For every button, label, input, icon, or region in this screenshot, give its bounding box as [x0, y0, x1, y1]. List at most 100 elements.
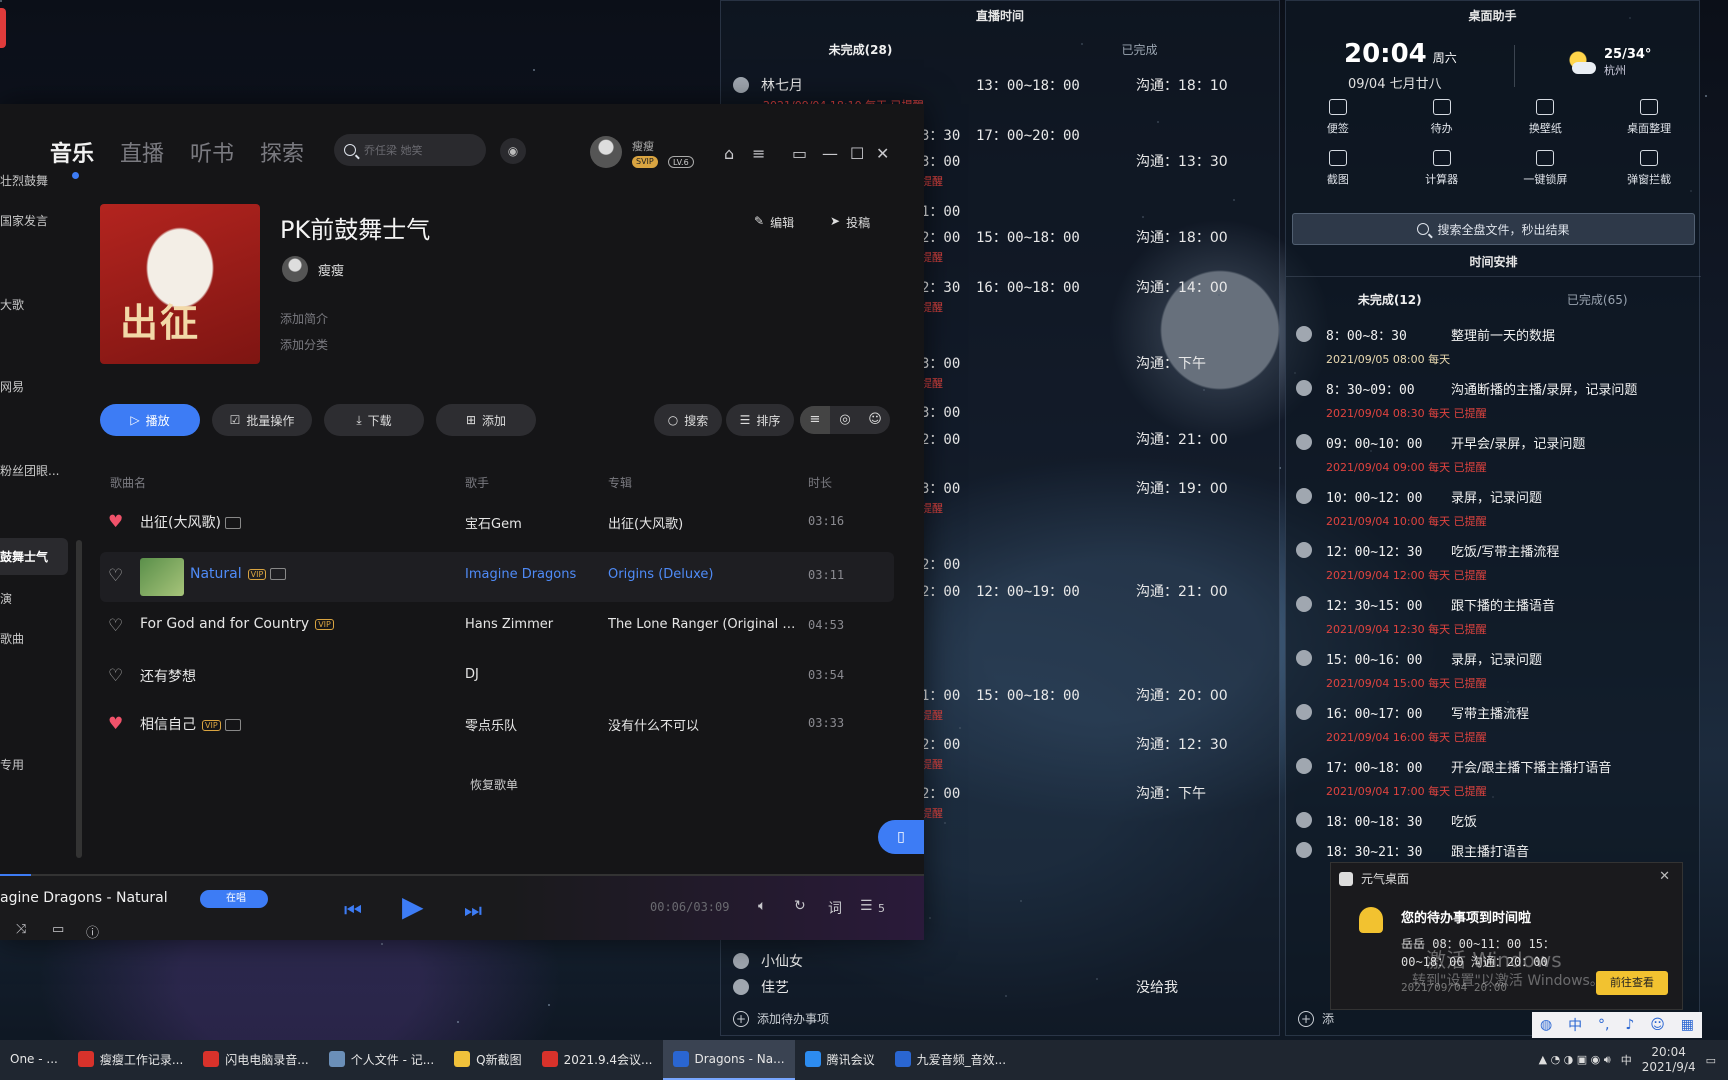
track-row[interactable]: ♡ 还有梦想 DJ 03:54: [100, 652, 894, 702]
track-singer[interactable]: Imagine Dragons: [465, 567, 576, 582]
tab-schedule-unfinished[interactable]: 未完成(12): [1286, 291, 1494, 308]
view-now-button[interactable]: 前往查看: [1596, 971, 1668, 995]
play-icon[interactable]: ▶: [402, 890, 424, 923]
info-icon[interactable]: ⓘ: [86, 922, 99, 941]
heart-icon[interactable]: ♥: [108, 512, 123, 532]
taskbar-app[interactable]: Dragons - Na...: [662, 1040, 795, 1080]
track-album[interactable]: 出征(大风歌): [608, 513, 798, 532]
taskbar-app[interactable]: 2021.9.4会议...: [532, 1040, 663, 1080]
username[interactable]: 瘦瘦: [632, 138, 654, 154]
add-category-link[interactable]: 添加分类: [280, 336, 328, 353]
add-intro-link[interactable]: 添加简介: [280, 310, 328, 327]
voice-search-icon[interactable]: ◉: [500, 138, 526, 164]
prev-icon[interactable]: ⏮: [344, 898, 362, 922]
desktop-app-icon[interactable]: [0, 8, 6, 48]
tool-screenshot[interactable]: 截图: [1286, 150, 1390, 187]
sidebar-item[interactable]: 粉丝团眼...: [0, 462, 59, 479]
now-playing-title[interactable]: agine Dragons - Natural: [0, 890, 168, 906]
sidebar-item[interactable]: 壮烈鼓舞: [0, 172, 48, 189]
weather-widget[interactable]: 25/34° 杭州: [1566, 47, 1651, 78]
sidebar-item[interactable]: 网易: [0, 378, 24, 395]
checkbox[interactable]: [1296, 704, 1312, 720]
tool-popup-block[interactable]: 弹窗拦截: [1597, 150, 1701, 187]
tool-calculator[interactable]: 计算器: [1390, 150, 1494, 187]
submit-button[interactable]: ➤ 投稿: [830, 214, 870, 231]
sidebar-scrollbar[interactable]: [76, 540, 82, 858]
playlist-cover[interactable]: 出征: [100, 204, 260, 364]
heart-icon[interactable]: ♡: [108, 566, 123, 586]
repeat-icon[interactable]: ↻: [794, 898, 806, 914]
mini-mode-icon[interactable]: ▭: [792, 144, 807, 163]
taskbar-app[interactable]: One - ...: [0, 1040, 68, 1080]
tool-desktop-organize[interactable]: 桌面整理: [1597, 99, 1701, 136]
download-button[interactable]: ⤓ 下载: [324, 404, 424, 436]
progress-bar[interactable]: [0, 874, 924, 876]
taskbar-app[interactable]: 闪电电脑录音...: [193, 1040, 318, 1080]
heart-icon[interactable]: ♡: [108, 666, 123, 686]
add-todo-button[interactable]: + 添加待办事项: [733, 1010, 829, 1027]
add-button[interactable]: ⊞ 添加: [436, 404, 536, 436]
playing-pill[interactable]: 在唱: [200, 890, 268, 908]
tab-finished[interactable]: 已完成: [1000, 41, 1279, 58]
avatar[interactable]: [590, 136, 622, 168]
skin-icon[interactable]: ⌂: [724, 144, 734, 163]
live-row[interactable]: 佳艺 没给我: [721, 977, 1281, 999]
checkbox[interactable]: [1296, 326, 1312, 342]
checkbox[interactable]: [1296, 488, 1312, 504]
nav-live[interactable]: 直播: [120, 136, 164, 168]
album-thumbnail[interactable]: [140, 558, 184, 596]
sidebar-item-current[interactable]: 鼓舞士气: [0, 538, 68, 575]
heart-icon[interactable]: ♥: [108, 714, 123, 734]
nav-explore[interactable]: 探索: [260, 136, 304, 168]
ime-logo-icon[interactable]: ◍: [1540, 1017, 1552, 1033]
checkbox[interactable]: [1296, 812, 1312, 828]
taskbar-app[interactable]: 腾讯会议: [795, 1040, 885, 1080]
checkbox[interactable]: [733, 979, 749, 995]
track-singer[interactable]: Hans Zimmer: [465, 617, 553, 632]
tool-lock-screen[interactable]: 一键锁屏: [1494, 150, 1598, 187]
tray-icons[interactable]: ▲ ◔ ◑ ▣ ◉ 🔊︎: [1539, 1053, 1611, 1067]
sort-button[interactable]: ☰ 排序: [726, 404, 794, 436]
artist-view-icon[interactable]: ☺: [860, 406, 890, 434]
batch-button[interactable]: ☑ 批量操作: [212, 404, 312, 436]
tool-wallpaper[interactable]: 换壁纸: [1494, 99, 1598, 136]
nav-audiobook[interactable]: 听书: [190, 136, 234, 168]
heart-icon[interactable]: ♡: [108, 616, 123, 636]
track-singer[interactable]: 零点乐队: [465, 715, 517, 734]
edit-button[interactable]: ✎ 编辑: [754, 214, 794, 231]
taskbar-clock[interactable]: 20:04 2021/9/4: [1642, 1045, 1696, 1075]
list-view-icon[interactable]: ≡: [800, 406, 830, 434]
queue-icon[interactable]: ☰: [860, 898, 873, 914]
assistant-add-button[interactable]: + 添: [1298, 1010, 1334, 1027]
mv-icon[interactable]: [224, 517, 241, 529]
checkbox[interactable]: [1296, 542, 1312, 558]
track-row[interactable]: ♥ 出征(大风歌) 宝石Gem 出征(大风歌) 03:16: [100, 498, 894, 548]
sound-effect-icon[interactable]: ⤨: [16, 922, 26, 937]
album-view-icon[interactable]: ◎: [830, 406, 860, 434]
sidebar-item[interactable]: 国家发言: [0, 212, 48, 229]
punctuation-icon[interactable]: °,: [1598, 1017, 1609, 1033]
close-icon[interactable]: ✕: [876, 144, 889, 163]
play-all-button[interactable]: ▷ 播放: [100, 404, 200, 436]
sidebar-item[interactable]: 歌曲: [0, 630, 24, 647]
menu-icon[interactable]: ≡: [752, 144, 765, 163]
track-row[interactable]: ♥ 相信自己 VIP 零点乐队 没有什么不可以 03:33: [100, 700, 894, 750]
checkbox[interactable]: [733, 953, 749, 969]
sidebar-item[interactable]: 大歌: [0, 296, 24, 313]
live-row[interactable]: 林七月 13：00~18：00 沟通：18：10: [721, 75, 1281, 97]
comment-icon[interactable]: ▭: [52, 922, 64, 937]
track-row[interactable]: ♡ For God and for Country VIP Hans Zimmer Th…: [100, 602, 894, 652]
checkbox[interactable]: [1296, 380, 1312, 396]
tab-unfinished[interactable]: 未完成(28): [721, 41, 1000, 58]
tool-notes[interactable]: 便签: [1286, 99, 1390, 136]
list-search-button[interactable]: ○ 搜索: [654, 404, 722, 436]
sidebar-item[interactable]: 专用: [0, 756, 24, 773]
sidebar-item[interactable]: 演: [0, 590, 12, 607]
checkbox[interactable]: [1296, 758, 1312, 774]
nav-music[interactable]: 音乐: [50, 136, 94, 179]
checkbox[interactable]: [1296, 842, 1312, 858]
track-album[interactable]: The Lone Ranger (Original M...: [608, 617, 798, 632]
taskbar-app[interactable]: 瘦瘦工作记录...: [68, 1040, 193, 1080]
minimize-icon[interactable]: —: [822, 144, 838, 163]
grid-icon[interactable]: ▦: [1681, 1017, 1694, 1033]
